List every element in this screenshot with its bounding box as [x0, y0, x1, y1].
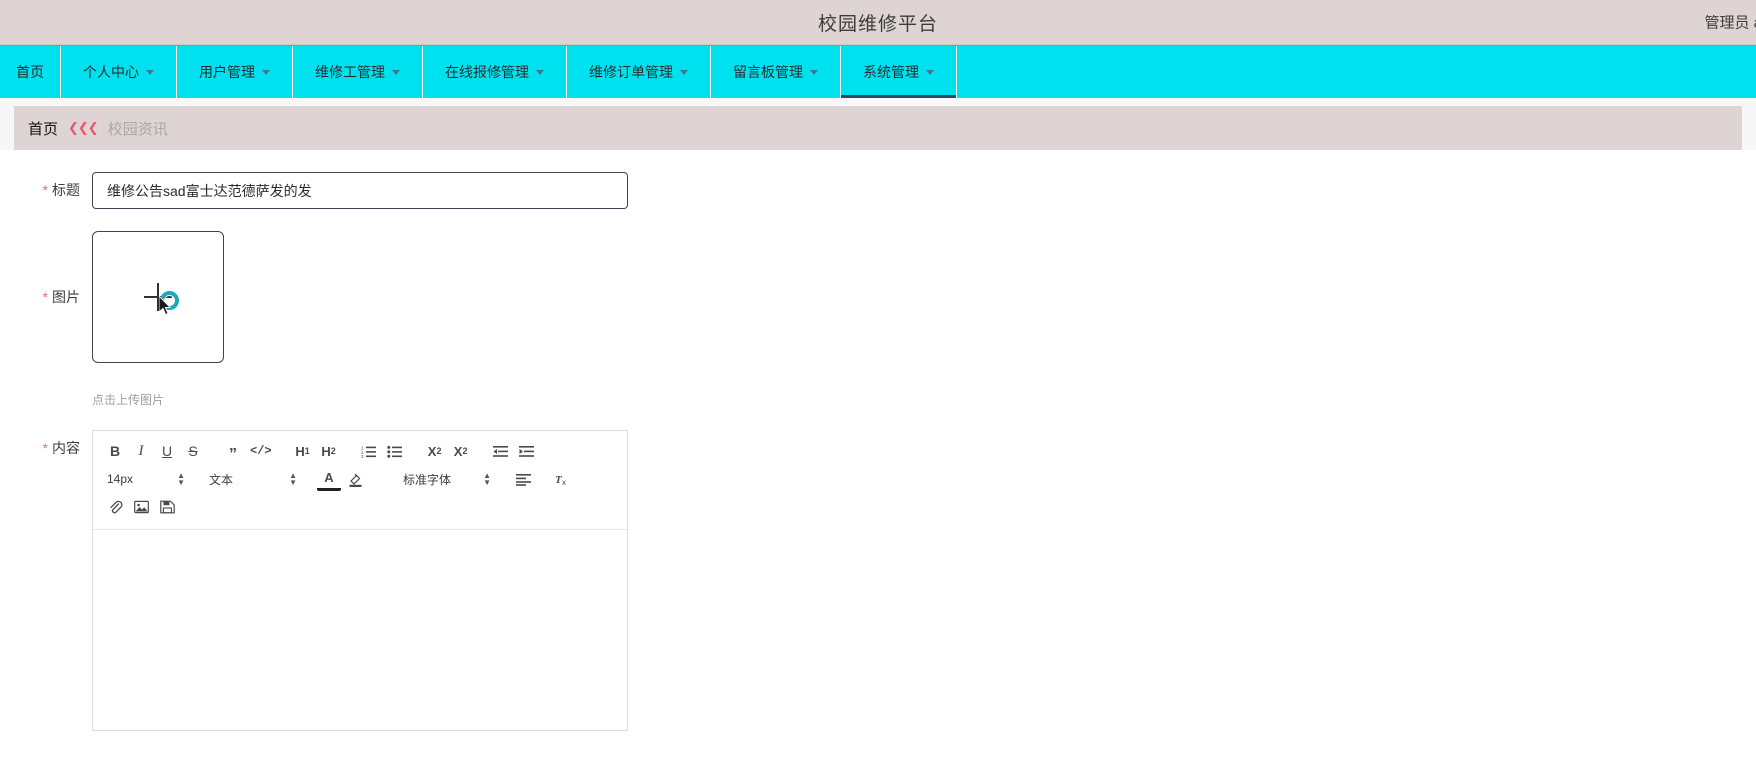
- font-size-select[interactable]: 14px ▲ ▼: [103, 467, 189, 491]
- italic-icon[interactable]: I: [129, 439, 153, 463]
- required-asterisk: *: [42, 182, 48, 198]
- breadcrumb-separator-icon: ❮❮❮: [68, 120, 99, 136]
- nav-item-repair-order-management[interactable]: 维修订单管理: [567, 46, 711, 98]
- image-upload-dropzone[interactable]: [92, 231, 224, 363]
- ordered-list-icon[interactable]: 1 2 3: [357, 439, 381, 463]
- nav-item-label: 个人中心: [83, 64, 139, 80]
- chevron-down-icon: [536, 69, 544, 75]
- title-label-text: 标题: [52, 182, 80, 198]
- nav-item-user-management[interactable]: 用户管理: [177, 46, 293, 98]
- spinner-arrows-icon: ▲ ▼: [289, 471, 297, 487]
- nav-item-home[interactable]: 首页: [0, 46, 61, 98]
- image-label-text: 图片: [52, 289, 80, 305]
- chevron-down-icon: [146, 69, 154, 75]
- attachment-icon[interactable]: [103, 495, 127, 519]
- news-form: *标题 *图片 点击上传图片: [0, 150, 1756, 782]
- save-icon[interactable]: [155, 495, 179, 519]
- image-field-control: 点击上传图片: [92, 231, 1756, 408]
- text-type-select[interactable]: 文本 ▲ ▼: [205, 467, 301, 491]
- nav-item-label: 系统管理: [863, 64, 919, 80]
- editor-content-area[interactable]: [93, 530, 627, 730]
- spinner-arrows-icon: ▲ ▼: [177, 471, 185, 487]
- form-row-content: * 内容 B I U S ” </> H 1 H 2 1 2 3 X 2 X 2…: [0, 430, 1756, 731]
- chevron-down-icon: [262, 69, 270, 75]
- breadcrumb-wrapper: 首页 ❮❮❮ 校园资讯: [0, 98, 1756, 150]
- underline-icon[interactable]: U: [155, 439, 179, 463]
- rich-text-editor: B I U S ” </> H1 H2 1 2 3 X 2 X 2 14px ▲…: [92, 430, 628, 731]
- code-icon[interactable]: </>: [247, 439, 275, 463]
- svg-text:3: 3: [361, 454, 364, 458]
- nav-item-personal-center[interactable]: 个人中心: [61, 46, 177, 98]
- subscript-icon[interactable]: X2: [423, 439, 447, 463]
- nav-item-label: 首页: [16, 64, 44, 80]
- bullet-list-icon[interactable]: [383, 439, 407, 463]
- page-body: 首页 ❮❮❮ 校园资讯 *标题 *图片: [0, 98, 1756, 782]
- font-size-value: 14px: [107, 472, 134, 486]
- upload-hint-text: 点击上传图片: [92, 393, 165, 407]
- chevron-down-icon: [926, 69, 934, 75]
- nav-item-online-repair-management[interactable]: 在线报修管理: [423, 46, 567, 98]
- font-family-select[interactable]: 标准字体 ▲ ▼: [399, 467, 495, 491]
- main-navigation: 首页 个人中心 用户管理 维修工管理 在线报修管理 维修订单管理 留言板管理 系…: [0, 45, 1756, 98]
- svg-text:x: x: [562, 478, 566, 486]
- editor-toolbar-row-2: 14px ▲ ▼ 文本 ▲ ▼ A 标准字体 ▲ ▼ T x: [103, 465, 617, 493]
- nav-item-message-board-management[interactable]: 留言板管理: [711, 46, 841, 98]
- font-family-value: 标准字体: [403, 472, 452, 487]
- outdent-icon[interactable]: [489, 439, 513, 463]
- clear-formatting-icon[interactable]: T x: [551, 467, 575, 491]
- page-title: 校园维修平台: [817, 13, 938, 35]
- bold-icon[interactable]: B: [103, 439, 127, 463]
- chevron-down-icon: [680, 69, 688, 75]
- text-type-value: 文本: [209, 472, 234, 487]
- title-field-label: * 标题: [0, 172, 92, 208]
- indent-icon[interactable]: [515, 439, 539, 463]
- background-color-icon[interactable]: [343, 467, 367, 491]
- breadcrumb-current[interactable]: 校园资讯: [108, 118, 168, 139]
- superscript-icon[interactable]: X2: [449, 439, 473, 463]
- breadcrumb: 首页 ❮❮❮ 校园资讯: [14, 106, 1742, 150]
- heading-1-icon[interactable]: H1: [291, 439, 315, 463]
- content-label-text: 内容: [52, 440, 80, 456]
- editor-toolbar-row-3: [103, 493, 617, 521]
- form-row-title: * 标题: [0, 172, 1756, 209]
- blockquote-icon[interactable]: ”: [221, 439, 245, 463]
- top-header: 校园维修平台 管理员 a: [0, 0, 1756, 45]
- title-field-control: [92, 172, 1756, 209]
- editor-toolbar-row-1: B I U S ” </> H1 H2 1 2 3 X 2 X 2: [103, 437, 617, 465]
- content-field-label: * 内容: [0, 430, 92, 466]
- nav-item-label: 维修工管理: [315, 64, 385, 80]
- required-asterisk: *: [42, 289, 48, 305]
- editor-toolbar: B I U S ” </> H1 H2 1 2 3 X 2 X 2 14px ▲…: [93, 431, 627, 530]
- chevron-down-icon: [810, 69, 818, 75]
- required-asterisk: *: [42, 440, 48, 456]
- chevron-down-icon: [392, 69, 400, 75]
- nav-item-technician-management[interactable]: 维修工管理: [293, 46, 423, 98]
- breadcrumb-home[interactable]: 首页: [28, 118, 58, 139]
- nav-item-label: 维修订单管理: [589, 64, 673, 80]
- insert-image-icon[interactable]: [129, 495, 153, 519]
- title-input[interactable]: [92, 172, 628, 209]
- content-field-control: B I U S ” </> H1 H2 1 2 3 X 2 X 2 14px ▲…: [92, 430, 1756, 731]
- image-field-label: * 图片: [0, 231, 92, 363]
- nav-item-system-management[interactable]: 系统管理: [841, 46, 957, 98]
- strikethrough-icon[interactable]: S: [181, 439, 205, 463]
- nav-item-label: 留言板管理: [733, 64, 803, 80]
- nav-item-label: 在线报修管理: [445, 64, 529, 80]
- nav-item-label: 用户管理: [199, 64, 255, 80]
- form-row-image: * 图片 点击上传图片: [0, 231, 1756, 408]
- heading-2-icon[interactable]: H2: [317, 439, 341, 463]
- text-color-icon[interactable]: A: [317, 467, 341, 491]
- text-align-icon[interactable]: [511, 467, 535, 491]
- current-user-label[interactable]: 管理员 a: [1704, 12, 1756, 33]
- loading-spinner-icon: [160, 291, 179, 310]
- spinner-arrows-icon: ▲ ▼: [483, 471, 491, 487]
- nav-filler: [957, 46, 1756, 98]
